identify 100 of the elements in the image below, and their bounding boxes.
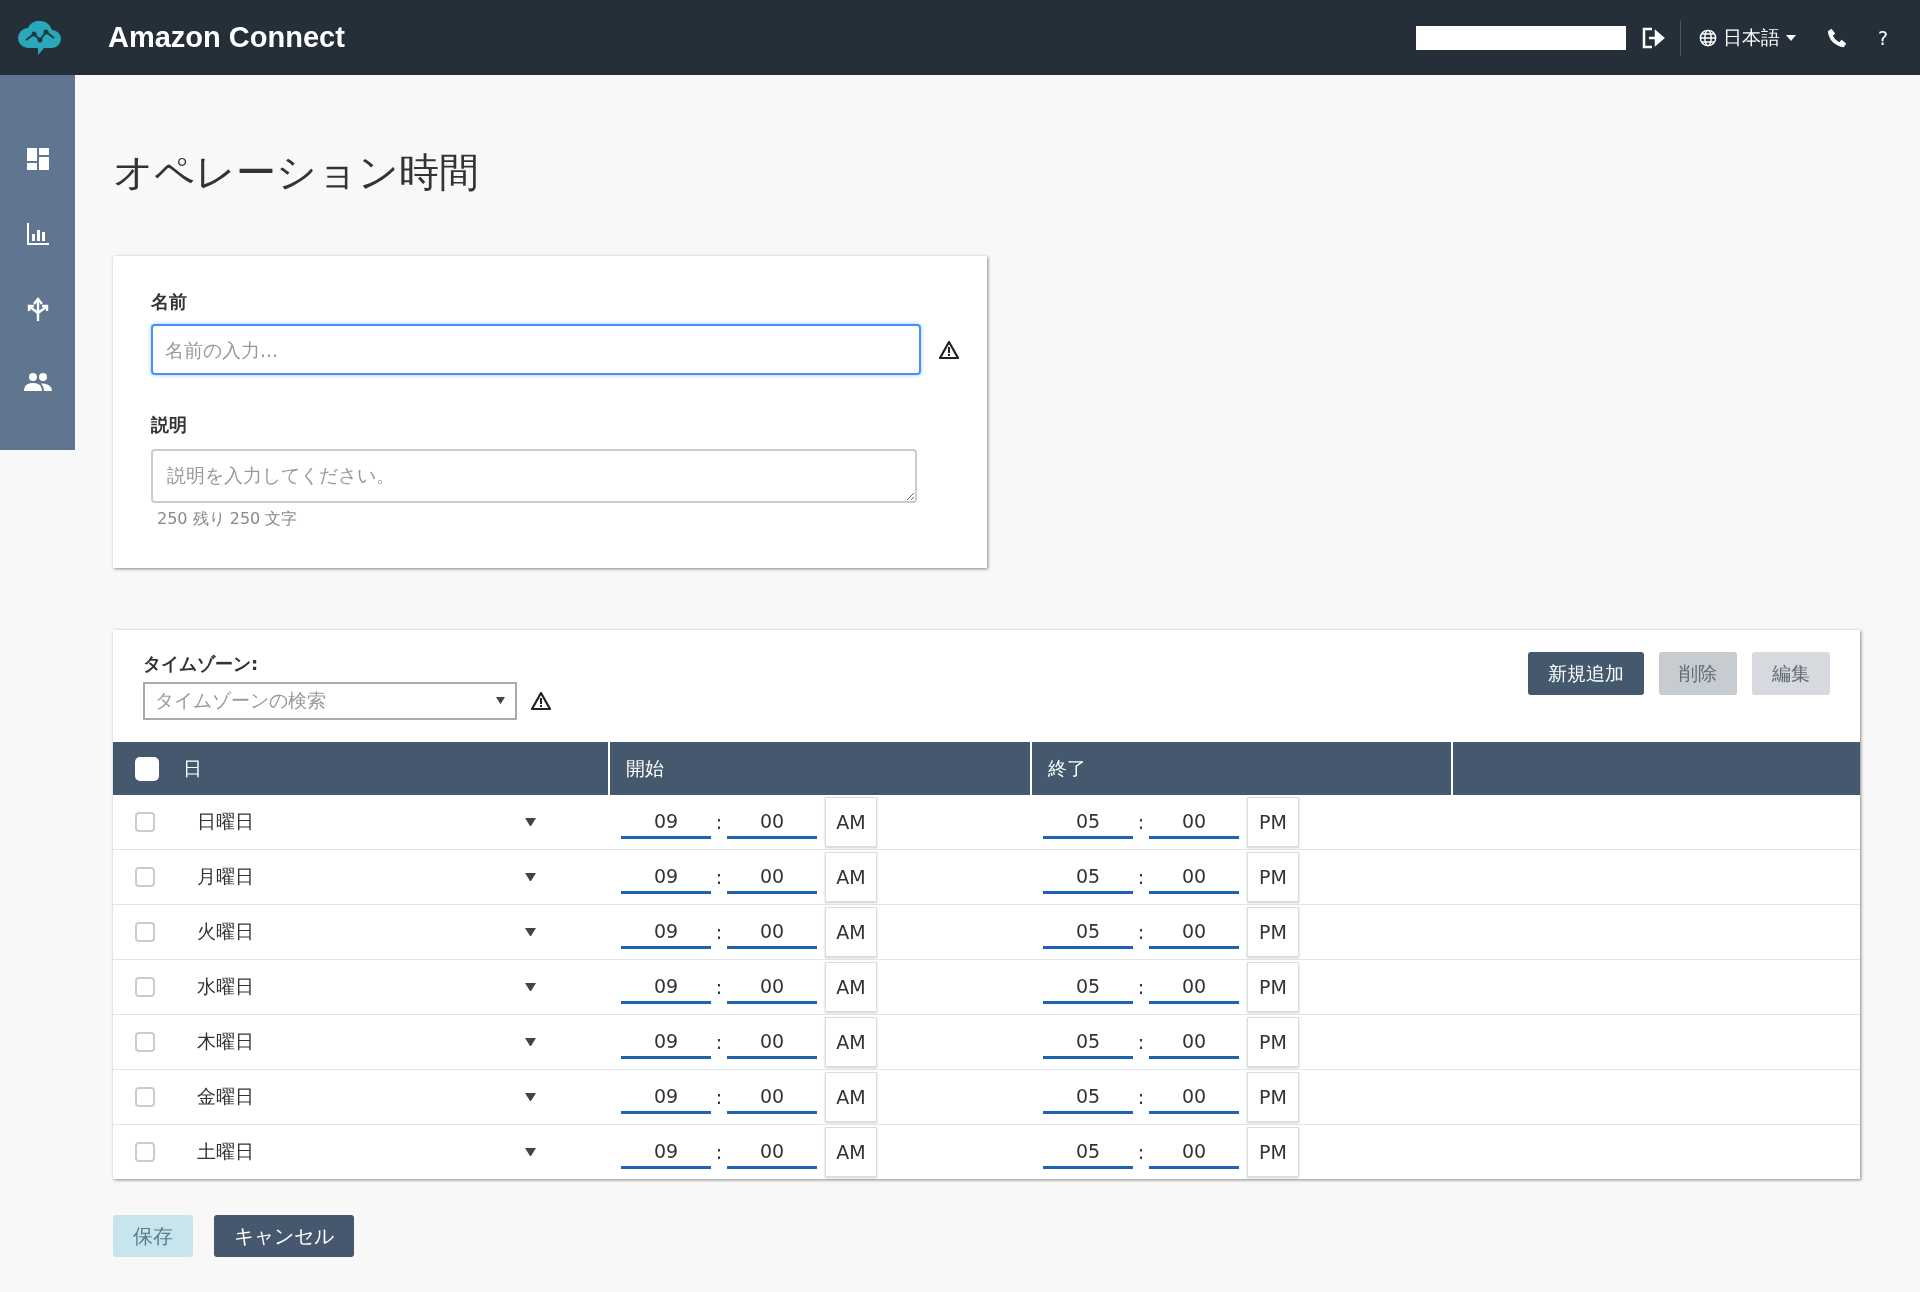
time-separator: : [1136,921,1146,943]
split-arrow-icon[interactable] [25,297,50,321]
day-label: 日曜日 [197,809,255,834]
dashboard-icon[interactable] [25,147,50,171]
caret-icon[interactable] [525,1147,536,1157]
minute-field[interactable]: 00 [1149,805,1239,839]
hour-field[interactable]: 09 [621,1135,711,1169]
toolbar-button[interactable]: 新規追加 [1528,652,1644,695]
hour-field[interactable]: 09 [621,1025,711,1059]
minute-field[interactable]: 00 [1149,1025,1239,1059]
hour-field[interactable]: 09 [621,860,711,894]
hour-field[interactable]: 05 [1043,915,1133,949]
minute-field[interactable]: 00 [1149,970,1239,1004]
hour-field[interactable]: 09 [621,970,711,1004]
day-label: 土曜日 [197,1139,255,1164]
am-pm-toggle[interactable]: AM [825,962,877,1012]
time-separator: : [1136,976,1146,998]
page-title: オペレーション時間 [113,152,480,192]
am-pm-toggle[interactable]: AM [825,852,877,902]
am-pm-toggle[interactable]: AM [825,1017,877,1067]
day-label: 月曜日 [197,864,255,889]
time-separator: : [1136,1031,1146,1053]
am-pm-toggle[interactable]: AM [825,1072,877,1122]
time-separator: : [714,1086,724,1108]
field-label: タイムゾーン: [143,652,260,676]
hour-field[interactable]: 09 [621,805,711,839]
time-separator: : [1136,866,1146,888]
name-field[interactable]: 名前の入力... [151,324,921,375]
hour-field[interactable]: 05 [1043,1025,1133,1059]
logout-icon[interactable] [1641,26,1666,49]
description-field[interactable]: 説明を入力してください。 [151,449,917,503]
am-pm-toggle[interactable]: AM [825,797,877,847]
day-label: 木曜日 [197,1029,255,1054]
am-pm-toggle[interactable]: PM [1247,797,1299,847]
am-pm-toggle[interactable]: PM [1247,1072,1299,1122]
phone-icon[interactable] [1825,26,1848,49]
am-pm-toggle[interactable]: AM [825,1127,877,1177]
time-separator: : [714,866,724,888]
warning-icon [939,340,959,359]
am-pm-toggle[interactable]: PM [1247,907,1299,957]
hour-field[interactable]: 05 [1043,805,1133,839]
hour-field[interactable]: 05 [1043,860,1133,894]
caret-icon[interactable] [525,927,536,937]
checkbox[interactable] [135,1142,155,1162]
minute-field[interactable]: 00 [727,860,817,894]
column-label: 日 [183,755,202,781]
bar-chart-icon[interactable] [25,222,50,246]
hour-field[interactable]: 05 [1043,1135,1133,1169]
am-pm-toggle[interactable]: PM [1247,962,1299,1012]
checkbox[interactable] [135,812,155,832]
time-separator: : [714,1141,724,1163]
hour-field[interactable]: 05 [1043,1080,1133,1114]
caret-icon[interactable] [525,817,536,827]
caret-icon[interactable] [496,697,505,705]
caret-icon[interactable] [525,982,536,992]
checkbox[interactable] [135,922,155,942]
checkbox[interactable] [135,977,155,997]
field-label: 名前 [151,290,188,314]
checkbox[interactable] [135,1032,155,1052]
hour-field[interactable]: 05 [1043,970,1133,1004]
minute-field[interactable]: 00 [1149,1080,1239,1114]
time-separator: : [1136,1086,1146,1108]
character-count: 250 残り 250 文字 [157,509,299,530]
language-menu[interactable]: 日本語 [1698,24,1796,51]
minute-field[interactable]: 00 [727,970,817,1004]
hour-field[interactable]: 09 [621,1080,711,1114]
minute-field[interactable]: 00 [1149,860,1239,894]
caret-icon[interactable] [525,872,536,882]
time-separator: : [1136,1141,1146,1163]
minute-field[interactable]: 00 [727,1080,817,1114]
am-pm-toggle[interactable]: PM [1247,852,1299,902]
caret-icon[interactable] [525,1092,536,1102]
form-button[interactable]: キャンセル [214,1215,354,1257]
minute-field[interactable]: 00 [727,805,817,839]
warning-icon [531,692,551,710]
minute-field[interactable]: 00 [727,915,817,949]
am-pm-toggle[interactable]: PM [1247,1127,1299,1177]
help-button[interactable]: ? [1877,26,1888,49]
minute-field[interactable]: 00 [727,1025,817,1059]
time-separator: : [714,921,724,943]
hour-field[interactable]: 09 [621,915,711,949]
minute-field[interactable]: 00 [1149,915,1239,949]
time-separator: : [714,1031,724,1053]
caret-icon[interactable] [525,1037,536,1047]
app-title: Amazon Connect [108,21,346,54]
am-pm-toggle[interactable]: PM [1247,1017,1299,1067]
checkbox[interactable] [135,867,155,887]
globe-icon [1698,28,1717,47]
people-icon[interactable] [23,372,52,392]
time-separator: : [1136,811,1146,833]
column-header: 開始 [609,742,1031,795]
minute-field[interactable]: 00 [727,1135,817,1169]
am-pm-toggle[interactable]: AM [825,907,877,957]
time-separator: : [714,976,724,998]
field-label: 説明 [151,413,188,437]
checkbox[interactable] [135,1087,155,1107]
minute-field[interactable]: 00 [1149,1135,1239,1169]
day-label: 金曜日 [197,1084,255,1109]
day-label: 火曜日 [197,919,255,944]
day-label: 水曜日 [197,974,255,999]
